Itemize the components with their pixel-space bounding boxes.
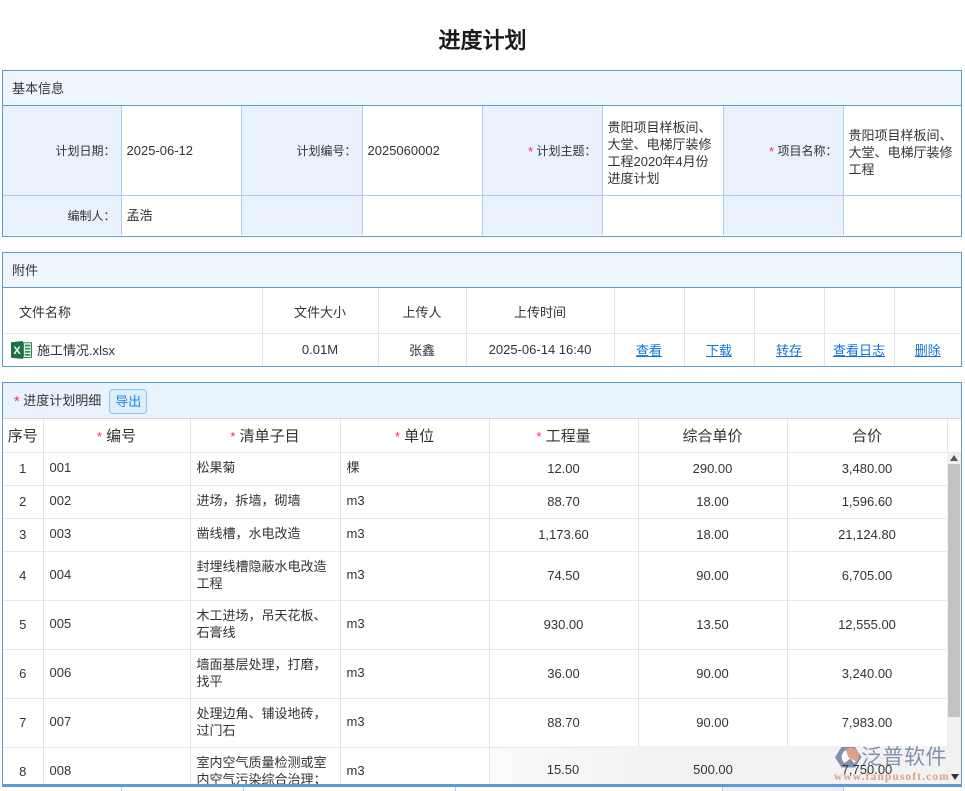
svg-text:X: X xyxy=(13,345,21,357)
